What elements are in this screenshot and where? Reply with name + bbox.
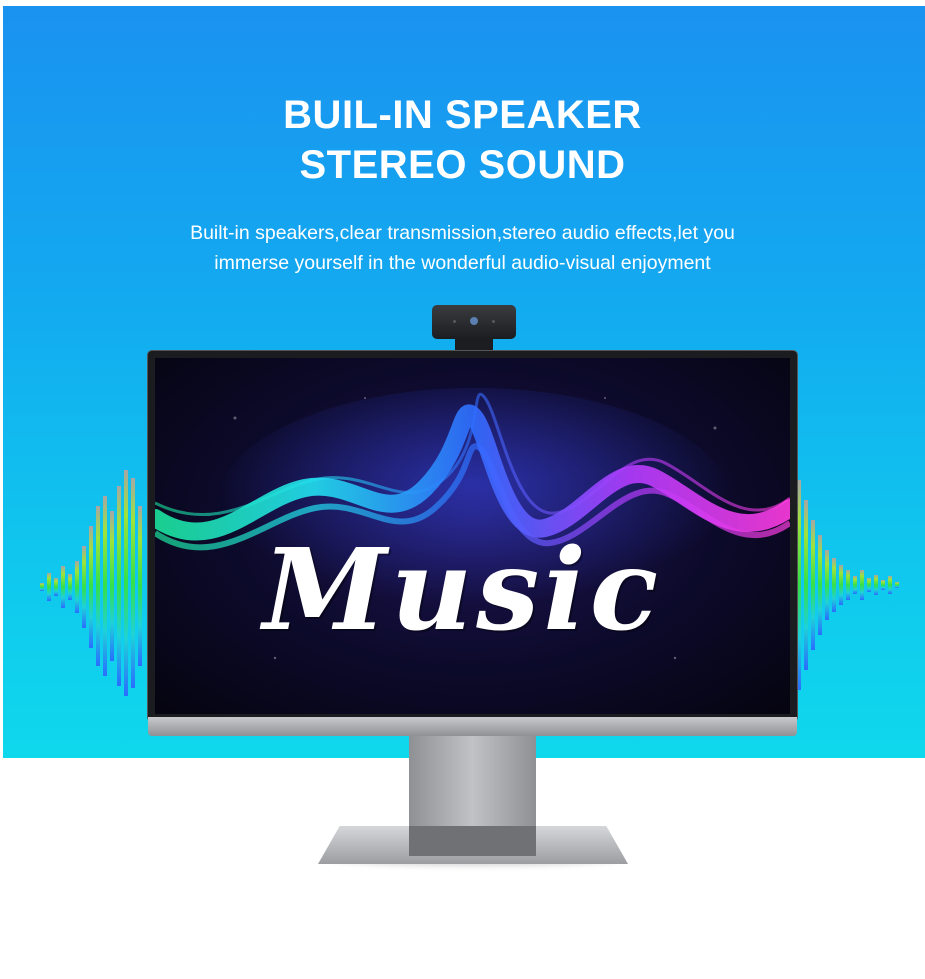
headline-line-1: BUIL-IN SPEAKER bbox=[283, 93, 642, 137]
webcam-lens bbox=[470, 317, 478, 325]
monitor-chin bbox=[148, 717, 797, 736]
music-text: Music bbox=[262, 525, 663, 656]
monitor-stand-slot bbox=[409, 826, 536, 856]
monitor-stand-neck bbox=[409, 736, 536, 834]
description-line-2: immerse yourself in the wonderful audio-… bbox=[214, 252, 711, 274]
webcam-mic-dot bbox=[453, 320, 456, 323]
description-line-1: Built-in speakers,clear transmission,ste… bbox=[190, 222, 735, 244]
headline-line-2: STEREO SOUND bbox=[299, 143, 626, 187]
webcam-mic-dot bbox=[492, 320, 495, 323]
